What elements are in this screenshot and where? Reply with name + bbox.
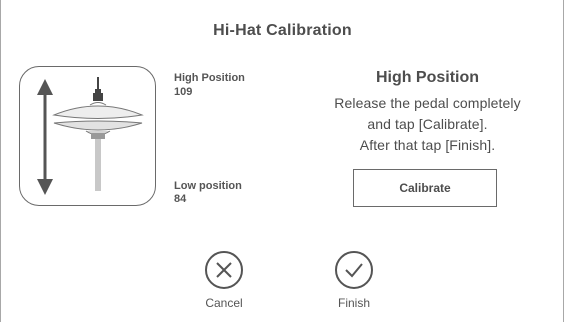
check-circle-icon [335, 251, 373, 289]
instruction-line-3: After that tap [Finish]. [359, 137, 496, 153]
low-position-value: 84 [174, 193, 187, 205]
hi-hat-illustration [19, 66, 156, 206]
high-position-value: 109 [174, 86, 193, 98]
low-position-label: Low position [174, 180, 242, 192]
x-circle-icon [205, 251, 243, 289]
dialog-title: Hi-Hat Calibration [213, 22, 352, 39]
calibrate-button[interactable]: Calibrate [353, 169, 497, 207]
up-down-arrow-icon [37, 79, 53, 195]
high-position-label: High Position [174, 72, 245, 84]
cancel-label: Cancel [205, 296, 243, 310]
finish-label: Finish [337, 296, 370, 310]
cancel-button[interactable]: Cancel [194, 250, 254, 310]
finish-button[interactable]: Finish [324, 250, 384, 310]
hi-hat-icon [37, 77, 144, 195]
instruction-line-1: Release the pedal completely [334, 95, 521, 111]
instruction-line-2: and tap [Calibrate]. [367, 116, 488, 132]
instruction-heading: High Position [375, 69, 480, 86]
